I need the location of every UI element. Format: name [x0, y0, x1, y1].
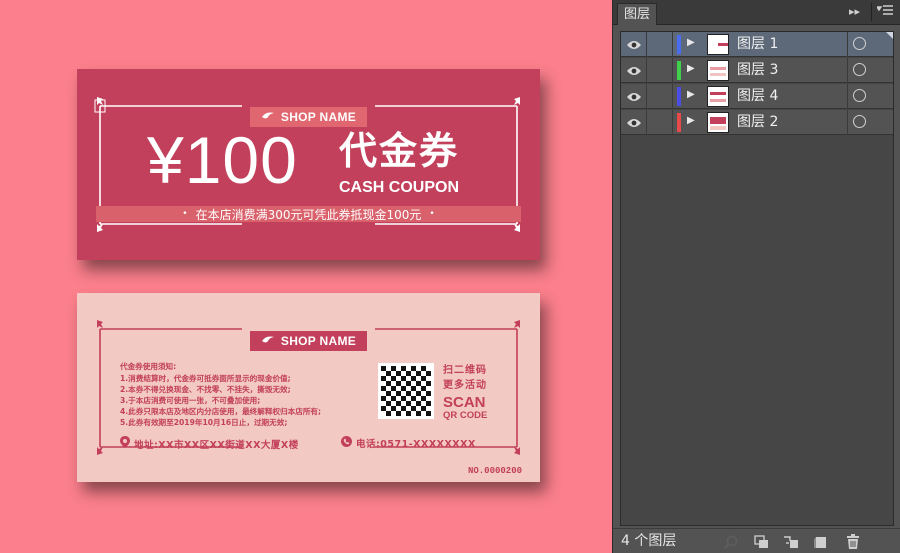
coupon-front[interactable]: SHOP NAME ¥100 代金券 CASH COUPON • 在本店消费满3…	[77, 69, 540, 260]
shop-logo-icon	[261, 110, 275, 124]
visibility-eye-icon[interactable]	[621, 32, 647, 57]
layer-name[interactable]: 图层 2	[737, 113, 778, 132]
address-line: 地址:XX市XX区XX街道XX大厦X楼	[120, 436, 299, 451]
shop-name-badge: SHOP NAME	[250, 331, 367, 351]
layer-color-bar	[677, 61, 681, 80]
scan-label: SCAN	[443, 394, 486, 411]
layer-thumbnail	[707, 112, 729, 133]
phone-text: 电话:0571-XXXXXXXX	[356, 439, 476, 450]
price-amount: ¥100	[147, 123, 298, 197]
phone-icon	[341, 436, 352, 450]
artboard: SHOP NAME ¥100 代金券 CASH COUPON • 在本店消费满3…	[0, 0, 612, 553]
target-circle-icon[interactable]	[853, 63, 866, 76]
shop-name-text: SHOP NAME	[280, 334, 357, 348]
notice-item: 3.于本店消费可使用一张，不可叠加使用;	[120, 396, 261, 405]
header-divider	[871, 3, 872, 21]
coupon-back[interactable]: SHOP NAME 代金券使用须知: 1.消费结算时，代金券可抵券面所显示的现金…	[77, 293, 540, 482]
notice-item: 1.消费结算时，代金券可抵券面所显示的现金价值;	[120, 374, 291, 383]
shop-logo-icon	[261, 334, 275, 348]
tab-layers[interactable]: 图层	[617, 3, 658, 25]
terms-text: 在本店消费满300元可凭此券抵现金100元	[195, 207, 422, 222]
expand-arrow-icon[interactable]: ▶	[687, 63, 695, 74]
scan-promo-cn: 扫二维码 更多活动	[443, 363, 487, 393]
layer-row-4[interactable]: ▶ 图层 2	[621, 110, 893, 135]
clipping-mask-icon[interactable]	[753, 534, 769, 549]
layers-panel: 图层 ▸▸ ▶ 图层 1 ▶ 图层 3 ▶ 图层 4 ▶ 图层 2 4 个图层	[612, 0, 900, 553]
target-circle-icon[interactable]	[853, 115, 866, 128]
panel-footer: 4 个图层	[613, 528, 900, 553]
layer-thumbnail	[707, 34, 729, 55]
qr-code-icon	[378, 363, 434, 419]
target-circle-icon[interactable]	[853, 89, 866, 102]
layer-color-bar	[677, 87, 681, 106]
scan-line-1: 扫二维码	[443, 365, 487, 376]
location-pin-icon	[120, 436, 130, 451]
expand-arrow-icon[interactable]: ▶	[687, 89, 695, 100]
layer-name[interactable]: 图层 1	[737, 35, 778, 54]
new-layer-icon[interactable]	[813, 534, 829, 549]
phone-line: 电话:0571-XXXXXXXX	[341, 436, 476, 450]
dot-icon: •	[182, 209, 188, 219]
layers-list: ▶ 图层 1 ▶ 图层 3 ▶ 图层 4 ▶ 图层 2	[620, 31, 894, 526]
layer-thumbnail	[707, 60, 729, 81]
notice-title: 代金券使用须知:	[120, 362, 177, 371]
panel-header: 图层 ▸▸	[613, 0, 900, 25]
coupon-title-en: CASH COUPON	[339, 179, 460, 196]
coupon-title-cn: 代金券	[339, 129, 460, 173]
layer-name[interactable]: 图层 3	[737, 61, 778, 80]
row-divider	[847, 84, 848, 109]
layer-row-1[interactable]: ▶ 图层 1	[621, 32, 893, 57]
layer-color-bar	[677, 113, 681, 132]
lock-toggle[interactable]	[647, 84, 673, 109]
lock-toggle[interactable]	[647, 110, 673, 135]
notice-item: 2.本券不得兑换现金、不找零、不挂失，撕毁无效;	[120, 385, 291, 394]
trash-icon[interactable]	[845, 534, 861, 549]
usage-notice: 代金券使用须知: 1.消费结算时，代金券可抵券面所显示的现金价值; 2.本券不得…	[120, 361, 375, 428]
layer-name[interactable]: 图层 4	[737, 87, 778, 106]
address-text: 地址:XX市XX区XX街道XX大厦X楼	[134, 439, 299, 451]
row-divider	[847, 32, 848, 57]
lock-toggle[interactable]	[647, 32, 673, 57]
visibility-eye-icon[interactable]	[621, 58, 647, 83]
dot-icon: •	[429, 209, 435, 219]
layer-color-bar	[677, 35, 681, 54]
notice-item: 5.此券有效期至2019年10月16日止，过期无效;	[120, 418, 288, 427]
layer-count: 4 个图层	[621, 533, 677, 549]
layer-thumbnail	[707, 86, 729, 107]
qr-code-label: QR CODE	[443, 410, 488, 421]
expand-arrow-icon[interactable]: ▶	[687, 37, 695, 48]
panel-menu-icon[interactable]	[875, 5, 893, 20]
expand-arrow-icon[interactable]: ▶	[687, 115, 695, 126]
terms-strip: • 在本店消费满300元可凭此券抵现金100元 •	[96, 206, 521, 222]
collapse-panel-icon[interactable]: ▸▸	[849, 5, 860, 18]
serial-number: NO.0000200	[467, 466, 522, 476]
lock-toggle[interactable]	[647, 58, 673, 83]
layer-row-2[interactable]: ▶ 图层 3	[621, 58, 893, 83]
new-sublayer-icon[interactable]	[783, 534, 799, 549]
locate-object-icon[interactable]	[723, 534, 739, 549]
target-circle-icon[interactable]	[853, 37, 866, 50]
notice-item: 4.此券只限本店及地区内分店使用，最终解释权归本店所有;	[120, 407, 322, 416]
layer-row-3[interactable]: ▶ 图层 4	[621, 84, 893, 109]
scan-line-2: 更多活动	[443, 380, 487, 391]
visibility-eye-icon[interactable]	[621, 84, 647, 109]
row-divider	[847, 58, 848, 83]
selection-corner-icon	[886, 32, 893, 39]
visibility-eye-icon[interactable]	[621, 110, 647, 135]
row-divider	[847, 110, 848, 135]
shop-name-text: SHOP NAME	[280, 110, 357, 124]
